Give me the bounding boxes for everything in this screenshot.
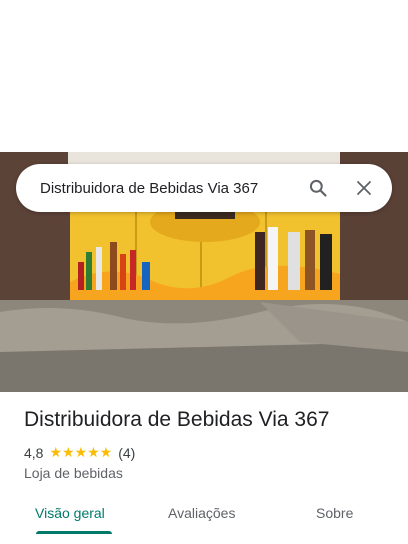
search-bar[interactable]: Distribuidora de Bebidas Via 367 xyxy=(16,164,392,212)
search-icon[interactable] xyxy=(302,172,334,204)
tab-overview[interactable]: Visão geral xyxy=(35,505,105,521)
search-input[interactable]: Distribuidora de Bebidas Via 367 xyxy=(40,180,288,197)
tab-reviews[interactable]: Avaliações xyxy=(168,505,235,521)
close-icon[interactable] xyxy=(348,172,380,204)
place-category[interactable]: Loja de bebidas xyxy=(24,465,123,481)
review-count[interactable]: (4) xyxy=(118,445,135,461)
place-title: Distribuidora de Bebidas Via 367 xyxy=(24,408,330,431)
star-rating-icon: ★★★★★ xyxy=(49,444,113,460)
rating-value: 4,8 xyxy=(24,444,44,461)
active-tab-indicator xyxy=(36,531,112,534)
rating-row[interactable]: 4,8 ★★★★★ (4) xyxy=(24,444,135,461)
tab-about[interactable]: Sobre xyxy=(316,505,353,521)
place-tabs: Visão geral Avaliações Sobre xyxy=(0,498,408,544)
